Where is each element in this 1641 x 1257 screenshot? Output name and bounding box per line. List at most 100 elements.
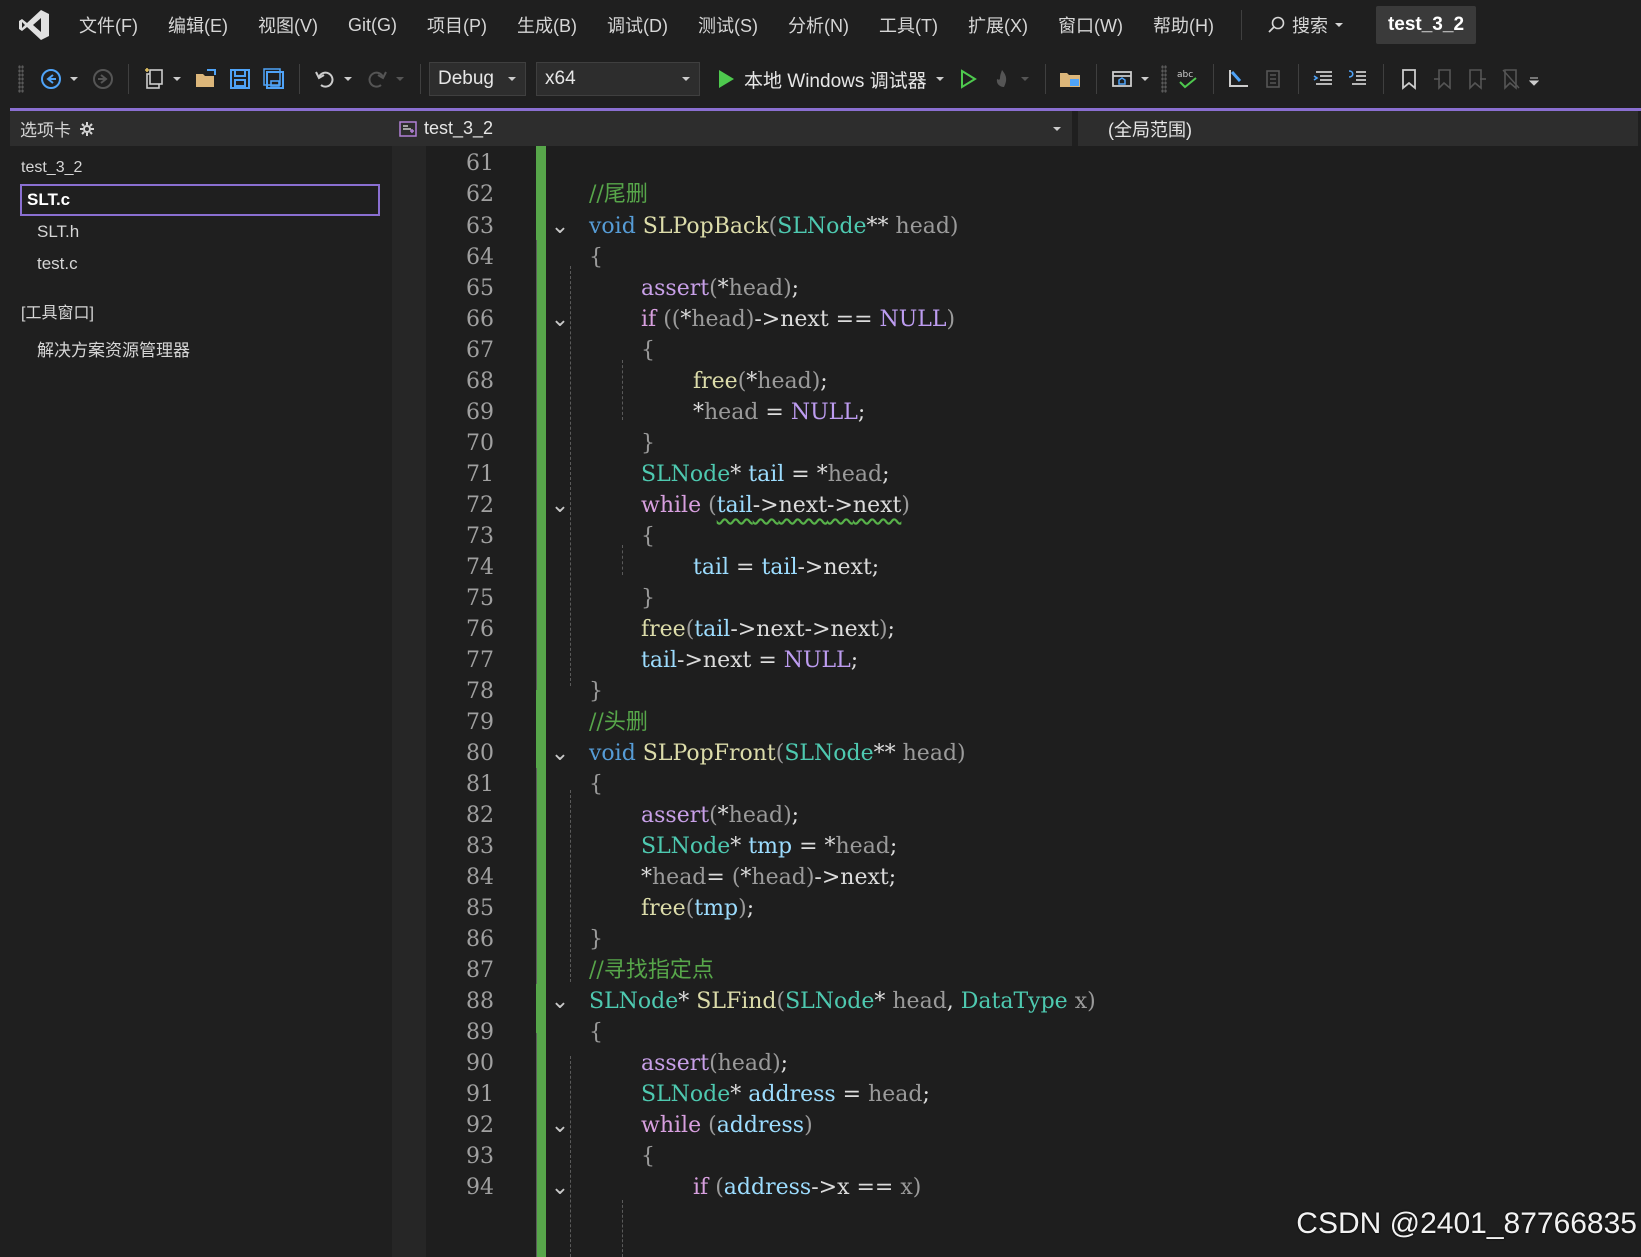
toolbar-overflow-icon[interactable]: [1528, 65, 1540, 93]
fold-chevron-icon[interactable]: ⌄: [550, 738, 570, 771]
fold-chevron-icon[interactable]: ⌄: [550, 1110, 570, 1143]
scope-dropdown[interactable]: (全局范围): [1078, 111, 1638, 146]
menu-test[interactable]: 测试(S): [683, 12, 773, 38]
chevron-down-icon[interactable]: [342, 65, 354, 93]
save-icon[interactable]: [226, 65, 254, 93]
tree-group-tool-windows[interactable]: [工具窗口]: [10, 292, 392, 330]
tabs-panel-title: 选项卡: [20, 121, 71, 140]
menu-divider: [1240, 10, 1242, 40]
navigate-back-icon[interactable]: [37, 65, 65, 93]
line-number: 84: [466, 865, 494, 890]
start-debugging-button[interactable]: 本地 Windows 调试器: [716, 66, 945, 93]
menu-bar: 文件(F) 编辑(E) 视图(V) Git(G) 项目(P) 生成(B) 调试(…: [0, 0, 1641, 50]
class-view-icon[interactable]: [1108, 65, 1136, 93]
visual-studio-logo-icon[interactable]: [14, 5, 54, 45]
menu-analyze[interactable]: 分析(N): [773, 12, 864, 38]
platform-select[interactable]: x64: [536, 62, 700, 96]
fold-chevron-icon[interactable]: ⌄: [550, 304, 570, 337]
chevron-down-icon[interactable]: [1139, 65, 1151, 93]
code-line: 79 //头删: [426, 707, 1641, 740]
tree-item-solution-explorer[interactable]: 解决方案资源管理器: [20, 330, 390, 367]
code-line: 91 SLNode* address = head;: [426, 1079, 1641, 1112]
fold-chevron-icon[interactable]: ⌄: [550, 490, 570, 523]
uncomment-icon[interactable]: [1344, 65, 1372, 93]
fold-chevron-icon[interactable]: ⌄: [550, 986, 570, 1019]
menu-view[interactable]: 视图(V): [243, 12, 333, 38]
code-line: 90 assert(head);: [426, 1048, 1641, 1081]
line-number: 78: [466, 679, 494, 704]
menu-project[interactable]: 项目(P): [412, 12, 502, 38]
menu-tools[interactable]: 工具(T): [864, 12, 953, 38]
chevron-down-icon[interactable]: [68, 65, 80, 93]
code-text: {: [641, 338, 655, 363]
clear-bookmarks-icon[interactable]: [1497, 65, 1525, 93]
menu-window[interactable]: 窗口(W): [1043, 12, 1138, 38]
hot-reload-icon[interactable]: [988, 65, 1016, 93]
toolbar-grip[interactable]: [18, 65, 24, 93]
project-dropdown-value: test_3_2: [424, 118, 494, 138]
code-text: }: [641, 586, 655, 611]
comment-out-icon[interactable]: [1310, 65, 1338, 93]
navigate-forward-icon[interactable]: [89, 65, 117, 93]
tree-item-slt-c[interactable]: SLT.c: [20, 184, 380, 216]
menu-git[interactable]: Git(G): [333, 15, 412, 36]
code-line: 70}: [426, 428, 1641, 461]
spell-check-icon[interactable]: abc: [1174, 65, 1202, 93]
previous-bookmark-icon[interactable]: [1429, 65, 1457, 93]
search-button[interactable]: 搜索: [1254, 12, 1356, 38]
start-without-debugging-icon[interactable]: [954, 65, 982, 93]
fold-chevron-icon[interactable]: ⌄: [550, 1172, 570, 1205]
menu-help[interactable]: 帮助(H): [1138, 12, 1229, 38]
code-text: }: [589, 679, 603, 704]
project-icon: [399, 120, 417, 137]
editor-margin: [392, 146, 426, 1257]
menu-file[interactable]: 文件(F): [64, 12, 153, 38]
new-project-icon[interactable]: [140, 65, 168, 93]
tabs-panel: 选项卡 test_3_2 SLT.c SLT.h test.c [工具窗口] 解…: [10, 111, 392, 1257]
code-text: {: [641, 524, 655, 549]
chevron-down-icon: [935, 77, 944, 81]
line-number: 72: [466, 493, 494, 518]
menu-debug[interactable]: 调试(D): [592, 12, 683, 38]
undo-icon[interactable]: [311, 65, 339, 93]
tree-item-test-c[interactable]: test.c: [20, 248, 390, 280]
code-line: 65 assert(*head);: [426, 273, 1641, 306]
next-bookmark-icon[interactable]: [1463, 65, 1491, 93]
tabs-panel-header: 选项卡: [10, 111, 392, 146]
menu-edit[interactable]: 编辑(E): [153, 12, 243, 38]
code-line: 85 free(tmp);: [426, 893, 1641, 926]
menu-build[interactable]: 生成(B): [502, 12, 592, 38]
warning-squiggle[interactable]: tail->next->next: [717, 493, 902, 518]
code-line: 67 {: [426, 335, 1641, 368]
configuration-select[interactable]: Debug: [429, 62, 526, 96]
project-dropdown[interactable]: test_3_2: [392, 111, 1072, 146]
fold-chevron-icon[interactable]: ⌄: [550, 211, 570, 244]
code-text: {: [589, 772, 603, 797]
chevron-down-icon[interactable]: [1019, 65, 1031, 93]
gear-icon[interactable]: [79, 121, 95, 137]
menu-extensions[interactable]: 扩展(X): [953, 12, 1043, 38]
code-line: 93 {: [426, 1141, 1641, 1174]
line-number: 89: [466, 1020, 494, 1045]
tree-item-slt-h[interactable]: SLT.h: [20, 216, 390, 248]
line-number: 82: [466, 803, 494, 828]
tree-group-project[interactable]: test_3_2: [10, 152, 392, 184]
toolbar-divider: [299, 64, 300, 94]
chevron-down-icon[interactable]: [394, 65, 406, 93]
redo-icon[interactable]: [363, 65, 391, 93]
code-line: 72 ⌄ while (tail->next->next): [426, 490, 1641, 523]
chevron-down-icon[interactable]: [171, 65, 183, 93]
code-line: 84 *head= (*head)->next;: [426, 862, 1641, 895]
scope-dropdown-value: (全局范围): [1108, 119, 1192, 140]
code-line: 92 ⌄ while (address): [426, 1110, 1641, 1143]
open-folder-icon[interactable]: [192, 65, 220, 93]
show-next-statement-icon[interactable]: [1259, 65, 1287, 93]
browse-folder-icon[interactable]: [1057, 65, 1085, 93]
save-all-icon[interactable]: [260, 65, 288, 93]
toolbar-grip[interactable]: [1160, 65, 1167, 93]
bookmark-icon[interactable]: [1395, 65, 1423, 93]
line-number: 94: [466, 1175, 494, 1200]
code-text: {: [641, 1144, 655, 1169]
line-number: 93: [466, 1144, 494, 1169]
step-into-icon[interactable]: [1225, 65, 1253, 93]
